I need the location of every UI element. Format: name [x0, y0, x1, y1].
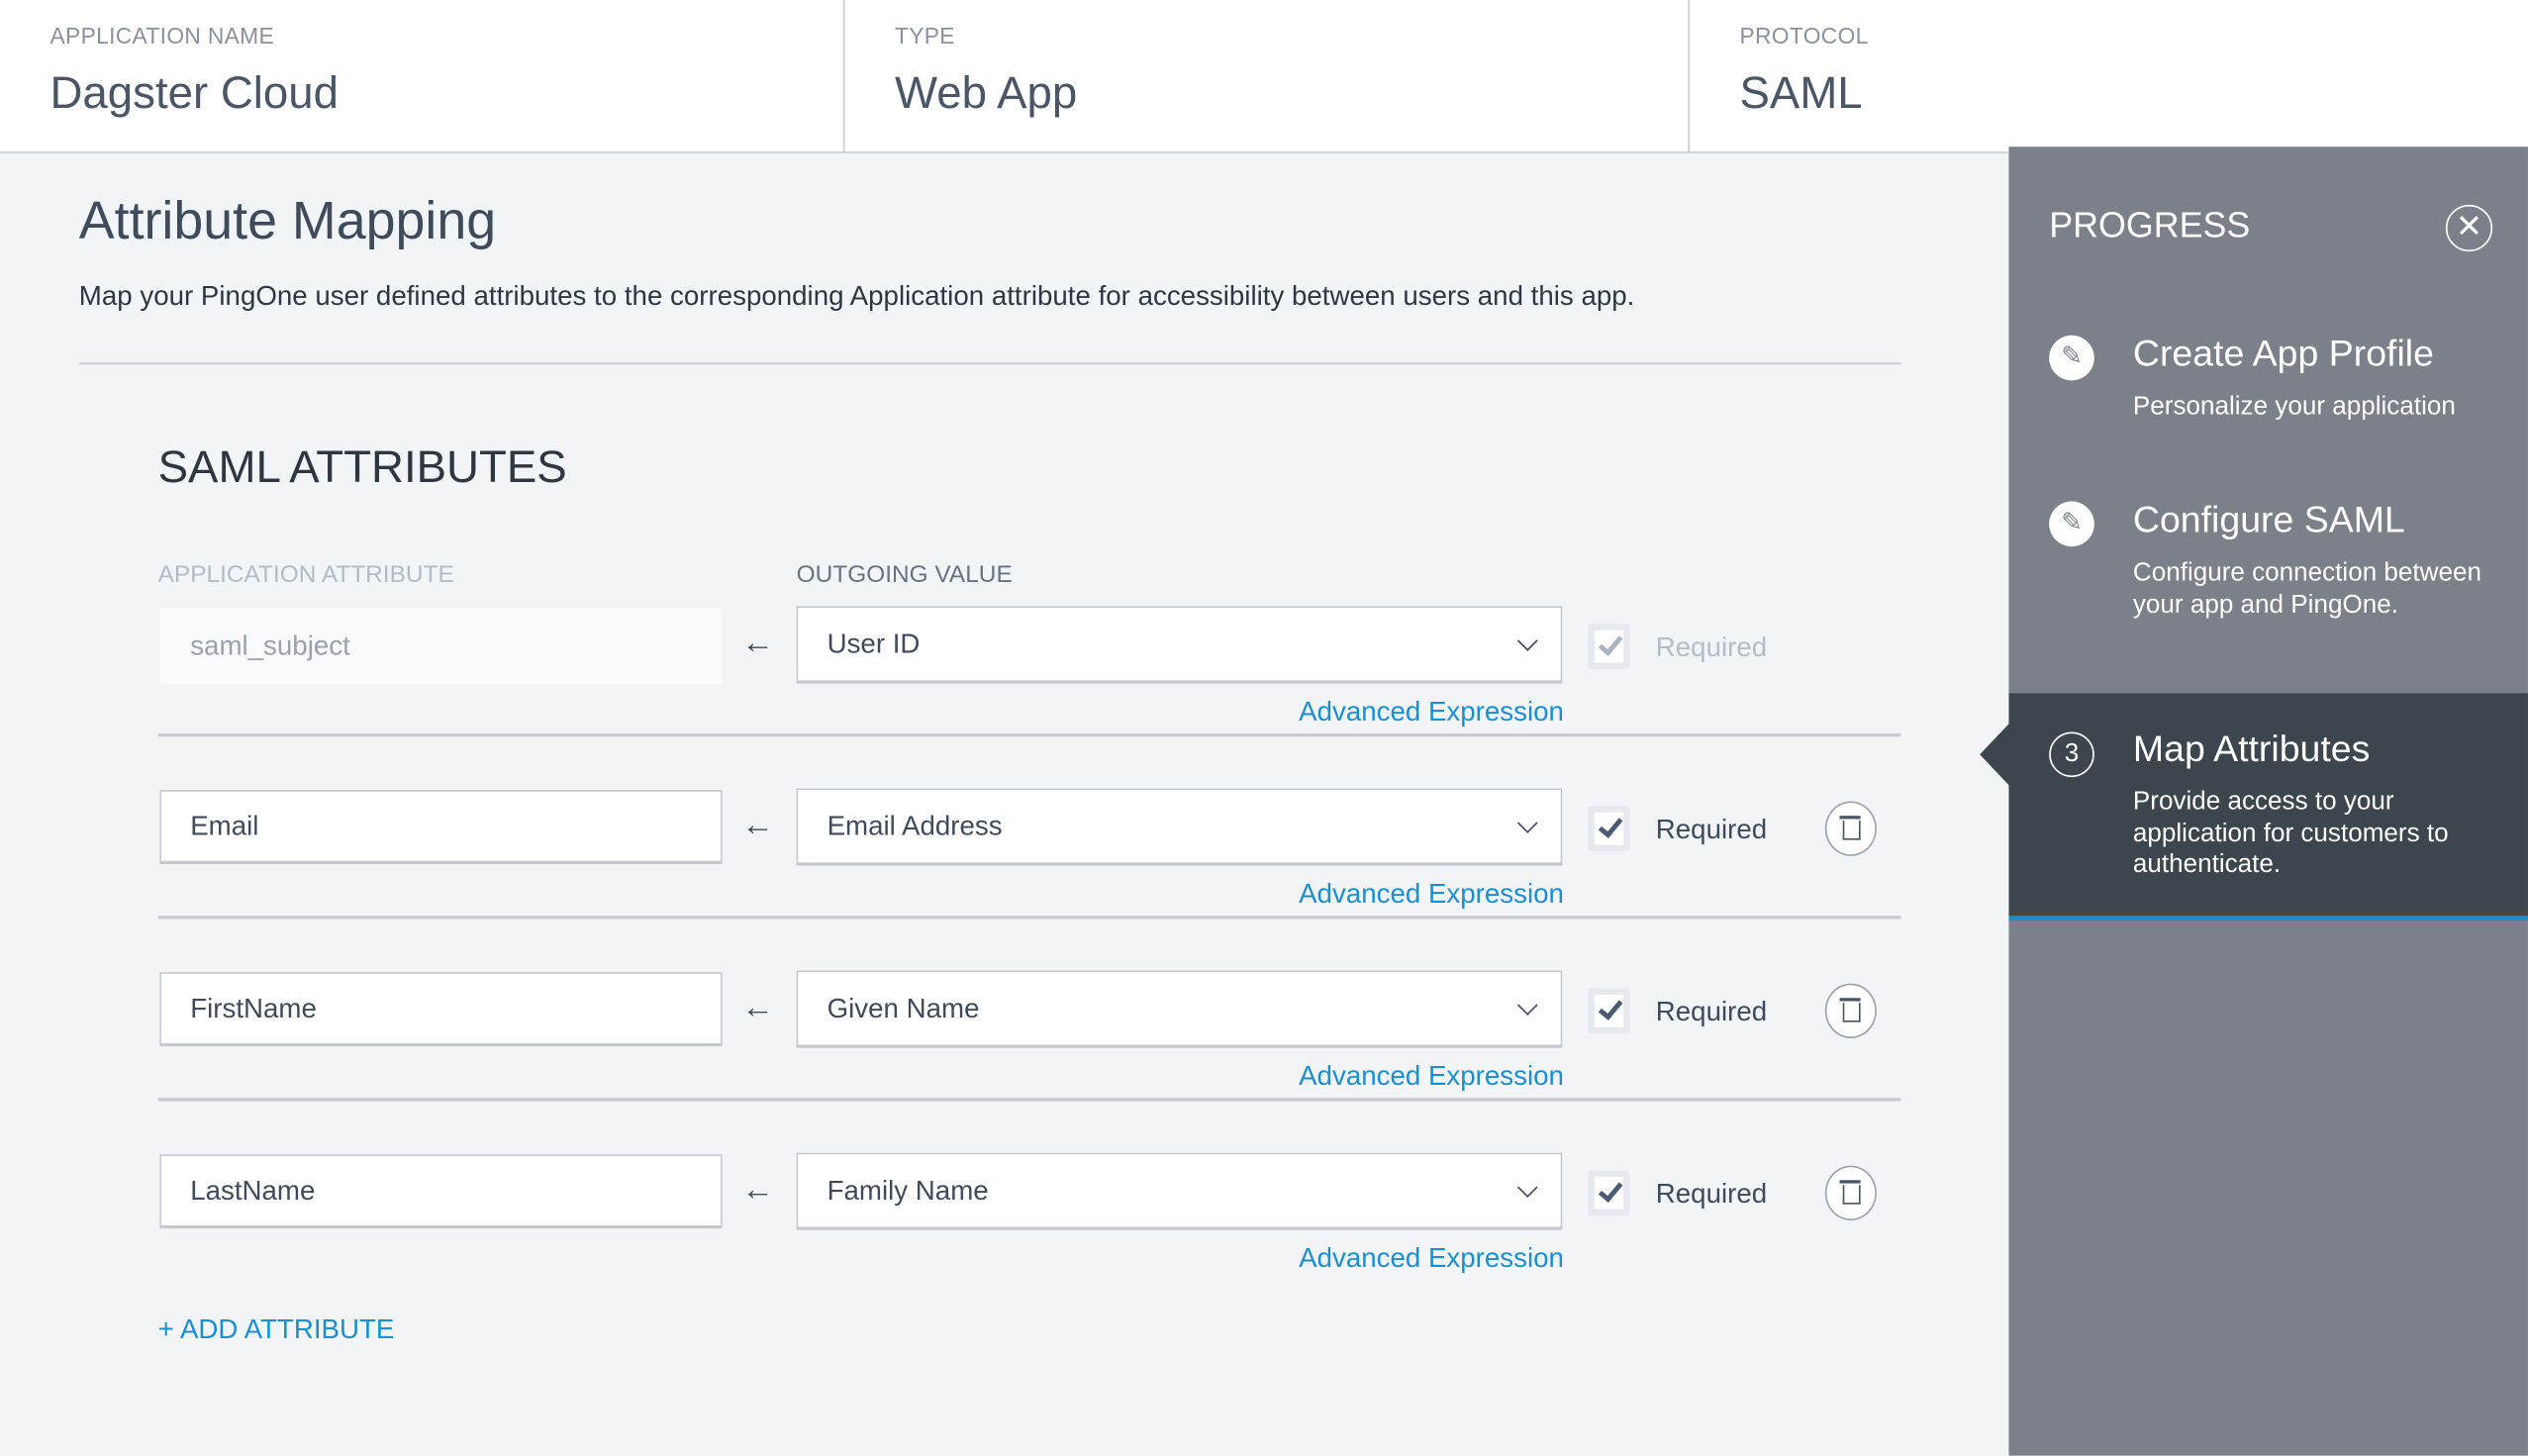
outgoing-value-selected: Email Address	[826, 811, 1003, 842]
application-attribute-input[interactable]: FirstName	[159, 972, 723, 1047]
row-divider	[157, 916, 1901, 920]
delete-attribute-button[interactable]	[1824, 983, 1877, 1038]
column-header-application-attribute: APPLICATION ATTRIBUTE	[157, 560, 454, 589]
chevron-down-icon	[1516, 1177, 1538, 1198]
chevron-down-icon	[1516, 631, 1538, 651]
advanced-expression-link[interactable]: Advanced Expression	[1299, 1061, 1564, 1094]
trash-icon	[1839, 1180, 1861, 1184]
active-step-pointer	[1980, 724, 2009, 786]
arrow-left-icon: ←	[741, 990, 774, 1025]
required-checkbox[interactable]	[1588, 1170, 1630, 1216]
application-attribute-input: saml_subject	[159, 609, 723, 684]
trash-icon	[1839, 816, 1861, 820]
required-label: Required	[1655, 631, 1768, 663]
app-name-label: APPLICATION NAME	[49, 22, 275, 49]
protocol-label: PROTOCOL	[1739, 22, 1869, 49]
step-title: Map Attributes	[2132, 727, 2371, 769]
protocol-value: SAML	[1739, 67, 1863, 118]
advanced-expression-link[interactable]: Advanced Expression	[1299, 697, 1564, 729]
outgoing-value-selected: Family Name	[826, 1175, 989, 1207]
page-title: Attribute Mapping	[78, 190, 497, 250]
outgoing-value-selected: Given Name	[826, 993, 980, 1024]
required-checkbox	[1588, 624, 1630, 669]
step-subtitle: Personalize your application	[2132, 393, 2456, 422]
arrow-left-icon: ←	[741, 808, 774, 843]
outgoing-value-select[interactable]: Family Name	[796, 1152, 1563, 1230]
required-label: Required	[1655, 1178, 1768, 1210]
app-name-value: Dagster Cloud	[49, 67, 340, 118]
step-title: Configure SAML	[2132, 498, 2405, 540]
progress-title: PROGRESS	[2049, 204, 2251, 245]
divider	[78, 362, 1901, 365]
arrow-left-icon: ←	[741, 625, 774, 661]
outgoing-value-select[interactable]: User ID	[796, 606, 1563, 684]
application-attribute-input[interactable]: Email	[159, 790, 723, 865]
column-header-outgoing-value: OUTGOING VALUE	[796, 560, 1013, 589]
header-app-name: APPLICATION NAME Dagster Cloud	[0, 0, 845, 152]
row-divider	[157, 1098, 1901, 1102]
pencil-icon: ✎	[2049, 335, 2094, 381]
chevron-down-icon	[1516, 813, 1538, 833]
required-checkbox[interactable]	[1588, 988, 1630, 1034]
add-attribute-button[interactable]: + ADD ATTRIBUTE	[158, 1313, 395, 1346]
outgoing-value-select[interactable]: Email Address	[796, 788, 1563, 866]
step-title: Create App Profile	[2132, 332, 2434, 374]
row-divider	[157, 733, 1901, 737]
advanced-expression-link[interactable]: Advanced Expression	[1299, 1243, 1564, 1276]
required-label: Required	[1655, 814, 1768, 845]
delete-attribute-button[interactable]	[1824, 1165, 1877, 1221]
arrow-left-icon: ←	[741, 1172, 774, 1208]
close-icon[interactable]: ✕	[2445, 204, 2493, 252]
app-header: APPLICATION NAME Dagster Cloud TYPE Web …	[0, 0, 2528, 153]
header-type: TYPE Web App	[844, 0, 1690, 152]
pencil-icon: ✎	[2049, 501, 2094, 547]
required-label: Required	[1655, 996, 1768, 1027]
outgoing-value-selected: User ID	[826, 629, 921, 660]
type-label: TYPE	[894, 22, 955, 49]
step-number-icon: 3	[2049, 731, 2094, 778]
application-attribute-input[interactable]: LastName	[159, 1154, 723, 1229]
required-checkbox[interactable]	[1588, 806, 1630, 852]
step-subtitle: Provide access to your application for c…	[2132, 788, 2449, 879]
section-title: SAML ATTRIBUTES	[157, 441, 567, 492]
delete-attribute-button[interactable]	[1824, 801, 1877, 856]
type-value: Web App	[894, 67, 1078, 118]
header-protocol: PROTOCOL SAML	[1690, 0, 2528, 151]
chevron-down-icon	[1516, 995, 1538, 1016]
advanced-expression-link[interactable]: Advanced Expression	[1299, 879, 1564, 912]
step-subtitle: Configure connection between your app an…	[2132, 559, 2481, 619]
trash-icon	[1839, 998, 1861, 1002]
outgoing-value-select[interactable]: Given Name	[796, 970, 1563, 1048]
page-description: Map your PingOne user defined attributes…	[78, 280, 1635, 312]
